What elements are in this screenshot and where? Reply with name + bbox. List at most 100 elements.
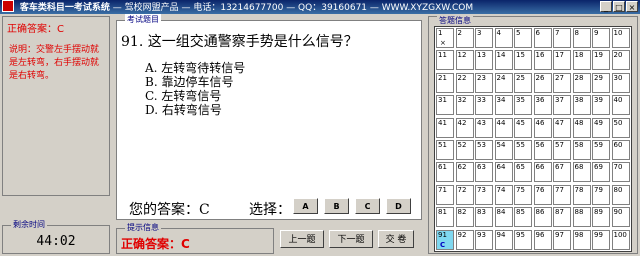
- question-cell-13[interactable]: 13: [475, 50, 493, 71]
- question-cell-15[interactable]: 15: [514, 50, 532, 71]
- question-cell-14[interactable]: 14: [494, 50, 513, 71]
- question-cell-33[interactable]: 33: [475, 95, 493, 116]
- question-cell-89[interactable]: 89: [592, 207, 610, 228]
- question-cell-90[interactable]: 90: [611, 207, 630, 228]
- question-cell-64[interactable]: 64: [494, 162, 513, 183]
- question-cell-3[interactable]: 3: [475, 28, 493, 48]
- question-cell-7[interactable]: 7: [553, 28, 571, 48]
- question-cell-54[interactable]: 54: [494, 140, 513, 160]
- question-cell-32[interactable]: 32: [455, 95, 474, 116]
- question-cell-86[interactable]: 86: [533, 207, 552, 228]
- question-cell-25[interactable]: 25: [514, 72, 532, 93]
- question-cell-68[interactable]: 68: [572, 162, 591, 183]
- question-cell-16[interactable]: 16: [533, 50, 552, 71]
- question-cell-1[interactable]: 1 ×: [436, 28, 454, 48]
- question-cell-53[interactable]: 53: [475, 140, 493, 160]
- question-cell-72[interactable]: 72: [455, 184, 474, 205]
- question-cell-99[interactable]: 99: [592, 229, 610, 250]
- question-cell-47[interactable]: 47: [553, 117, 571, 138]
- question-cell-23[interactable]: 23: [475, 72, 493, 93]
- choice-b-button[interactable]: B: [324, 198, 349, 214]
- question-cell-84[interactable]: 84: [494, 207, 513, 228]
- question-cell-51[interactable]: 51: [436, 140, 454, 160]
- question-cell-65[interactable]: 65: [514, 162, 532, 183]
- question-cell-20[interactable]: 20: [611, 50, 630, 71]
- choice-d-button[interactable]: D: [386, 198, 411, 214]
- question-cell-19[interactable]: 19: [592, 50, 610, 71]
- question-cell-31[interactable]: 31: [436, 95, 454, 116]
- question-cell-9[interactable]: 9: [592, 28, 610, 48]
- close-button[interactable]: ×: [626, 1, 638, 12]
- question-cell-94[interactable]: 94: [494, 229, 513, 250]
- question-cell-28[interactable]: 28: [572, 72, 591, 93]
- question-cell-78[interactable]: 78: [572, 184, 591, 205]
- submit-button[interactable]: 交 卷: [378, 230, 414, 248]
- question-cell-83[interactable]: 83: [475, 207, 493, 228]
- question-cell-11[interactable]: 11: [436, 50, 454, 71]
- question-cell-35[interactable]: 35: [514, 95, 532, 116]
- question-cell-97[interactable]: 97: [553, 229, 571, 250]
- question-cell-63[interactable]: 63: [475, 162, 493, 183]
- question-cell-22[interactable]: 22: [455, 72, 474, 93]
- choice-a-button[interactable]: A: [293, 198, 318, 214]
- question-cell-95[interactable]: 95: [514, 229, 532, 250]
- question-cell-5[interactable]: 5: [514, 28, 532, 48]
- question-cell-40[interactable]: 40: [611, 95, 630, 116]
- question-cell-41[interactable]: 41: [436, 117, 454, 138]
- question-cell-62[interactable]: 62: [455, 162, 474, 183]
- question-cell-52[interactable]: 52: [455, 140, 474, 160]
- question-cell-44[interactable]: 44: [494, 117, 513, 138]
- question-cell-71[interactable]: 71: [436, 184, 454, 205]
- question-cell-76[interactable]: 76: [533, 184, 552, 205]
- question-cell-69[interactable]: 69: [592, 162, 610, 183]
- question-cell-92[interactable]: 92: [455, 229, 474, 250]
- question-cell-77[interactable]: 77: [553, 184, 571, 205]
- question-cell-70[interactable]: 70: [611, 162, 630, 183]
- question-cell-29[interactable]: 29: [592, 72, 610, 93]
- question-cell-88[interactable]: 88: [572, 207, 591, 228]
- question-cell-67[interactable]: 67: [553, 162, 571, 183]
- question-cell-6[interactable]: 6: [533, 28, 552, 48]
- question-cell-79[interactable]: 79: [592, 184, 610, 205]
- question-cell-56[interactable]: 56: [533, 140, 552, 160]
- question-cell-59[interactable]: 59: [592, 140, 610, 160]
- question-cell-12[interactable]: 12: [455, 50, 474, 71]
- question-cell-26[interactable]: 26: [533, 72, 552, 93]
- minimize-button[interactable]: _: [600, 1, 612, 12]
- question-cell-91[interactable]: 91 C: [436, 229, 454, 250]
- prev-question-button[interactable]: 上一题: [280, 230, 324, 248]
- question-cell-24[interactable]: 24: [494, 72, 513, 93]
- question-cell-74[interactable]: 74: [494, 184, 513, 205]
- question-cell-96[interactable]: 96: [533, 229, 552, 250]
- question-cell-82[interactable]: 82: [455, 207, 474, 228]
- question-cell-55[interactable]: 55: [514, 140, 532, 160]
- question-cell-98[interactable]: 98: [572, 229, 591, 250]
- question-cell-27[interactable]: 27: [553, 72, 571, 93]
- choice-c-button[interactable]: C: [355, 198, 380, 214]
- question-cell-30[interactable]: 30: [611, 72, 630, 93]
- question-cell-46[interactable]: 46: [533, 117, 552, 138]
- question-cell-60[interactable]: 60: [611, 140, 630, 160]
- question-cell-50[interactable]: 50: [611, 117, 630, 138]
- maximize-button[interactable]: □: [613, 1, 625, 12]
- question-cell-66[interactable]: 66: [533, 162, 552, 183]
- question-cell-2[interactable]: 2: [455, 28, 474, 48]
- question-cell-73[interactable]: 73: [475, 184, 493, 205]
- next-question-button[interactable]: 下一题: [329, 230, 373, 248]
- question-cell-36[interactable]: 36: [533, 95, 552, 116]
- question-cell-18[interactable]: 18: [572, 50, 591, 71]
- question-cell-37[interactable]: 37: [553, 95, 571, 116]
- question-cell-38[interactable]: 38: [572, 95, 591, 116]
- question-cell-58[interactable]: 58: [572, 140, 591, 160]
- question-cell-100[interactable]: 100: [611, 229, 630, 250]
- question-cell-49[interactable]: 49: [592, 117, 610, 138]
- question-cell-81[interactable]: 81: [436, 207, 454, 228]
- question-cell-43[interactable]: 43: [475, 117, 493, 138]
- question-cell-42[interactable]: 42: [455, 117, 474, 138]
- question-cell-87[interactable]: 87: [553, 207, 571, 228]
- question-cell-34[interactable]: 34: [494, 95, 513, 116]
- question-cell-4[interactable]: 4: [494, 28, 513, 48]
- question-cell-93[interactable]: 93: [475, 229, 493, 250]
- question-cell-21[interactable]: 21: [436, 72, 454, 93]
- question-cell-80[interactable]: 80: [611, 184, 630, 205]
